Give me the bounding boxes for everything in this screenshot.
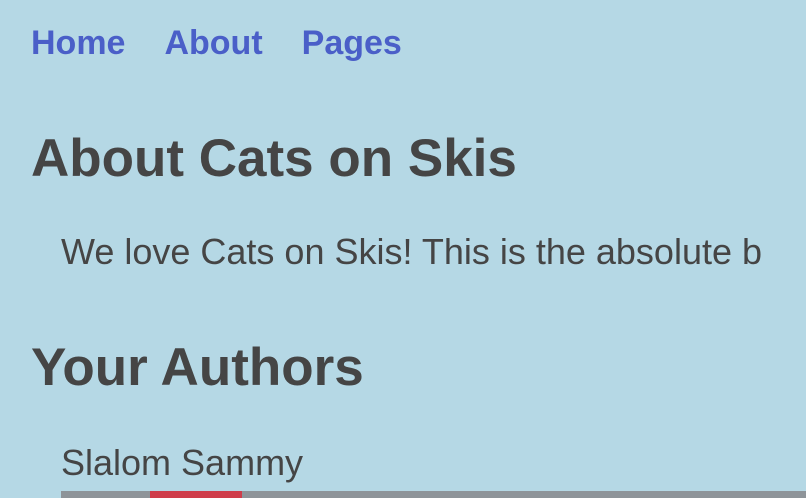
nav-link-pages[interactable]: Pages — [302, 22, 402, 64]
authors-heading: Your Authors — [31, 338, 364, 397]
about-intro-text: We love Cats on Skis! This is the absolu… — [61, 231, 763, 272]
photo-detail — [150, 491, 242, 498]
nav-link-home[interactable]: Home — [31, 22, 125, 64]
nav-link-about[interactable]: About — [164, 22, 262, 64]
main-nav: Home About Pages — [31, 22, 402, 64]
author-name: Slalom Sammy — [61, 442, 304, 483]
author-photo — [61, 491, 806, 498]
page-title: About Cats on Skis — [31, 129, 517, 188]
